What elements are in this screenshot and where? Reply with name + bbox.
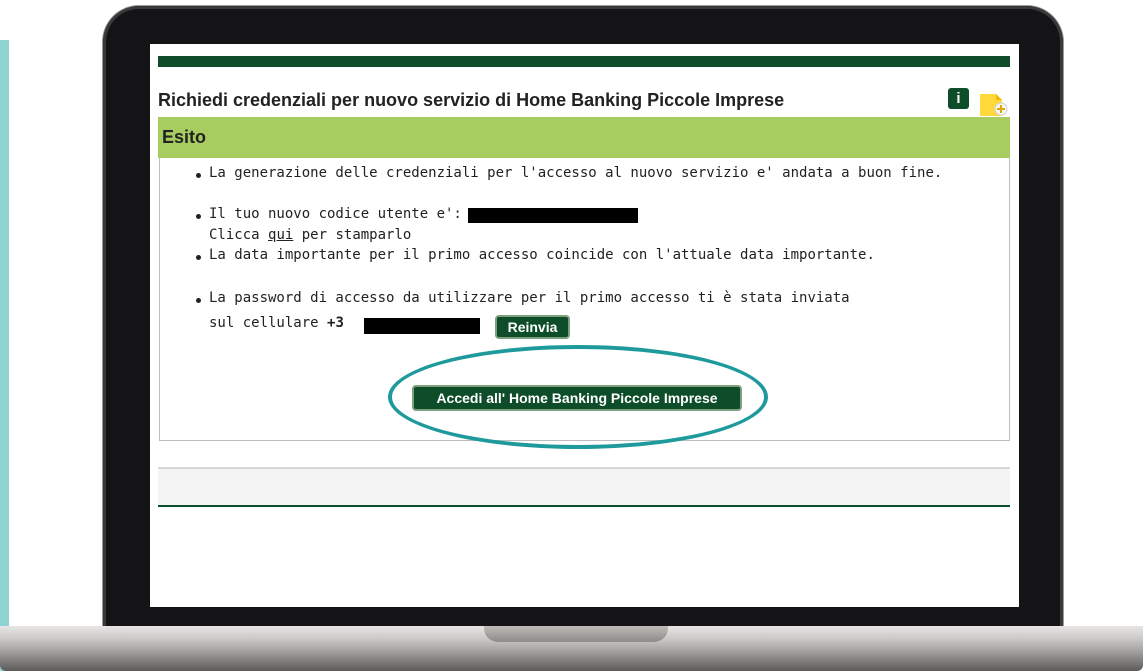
laptop-notch: [484, 626, 668, 642]
print-instruction: Clicca qui per stamparlo: [209, 227, 411, 243]
info-icon[interactable]: i: [948, 88, 969, 109]
laptop-screen: Richiedi credenziali per nuovo servizio …: [150, 44, 1019, 607]
phone-label: sul cellulare: [209, 315, 328, 331]
bullet-dot: [196, 298, 201, 303]
print-text-pre: Clicca: [209, 227, 269, 243]
phone-line: sul cellulare +3: [209, 315, 344, 331]
footer-band: [158, 467, 1010, 507]
print-text-post: per stamparlo: [293, 227, 412, 243]
esito-header: Esito: [158, 117, 1010, 158]
add-note-icon[interactable]: [980, 88, 1008, 116]
important-date-message: La data importante per il primo accesso …: [209, 247, 875, 263]
bullet-dot: [196, 214, 201, 219]
bullet-dot: [196, 173, 201, 178]
bullet-dot: [196, 255, 201, 260]
redacted-user-code: [468, 208, 638, 223]
page-title: Richiedi credenziali per nuovo servizio …: [158, 90, 785, 110]
success-message: La generazione delle credenziali per l'a…: [209, 165, 943, 181]
resend-button[interactable]: Reinvia: [495, 315, 570, 339]
access-home-banking-button[interactable]: Accedi all' Home Banking Piccole Imprese: [412, 385, 742, 411]
user-code-label: Il tuo nuovo codice utente e':: [209, 206, 462, 222]
print-link[interactable]: qui: [268, 227, 293, 243]
esito-heading: Esito: [162, 127, 207, 147]
phone-prefix: +3: [327, 315, 344, 331]
redacted-phone: [364, 318, 480, 334]
footer-line: [158, 505, 1010, 507]
teal-accent-bar: [0, 40, 9, 671]
password-message: La password di accesso da utilizzare per…: [209, 290, 850, 306]
header-band: [158, 56, 1010, 67]
